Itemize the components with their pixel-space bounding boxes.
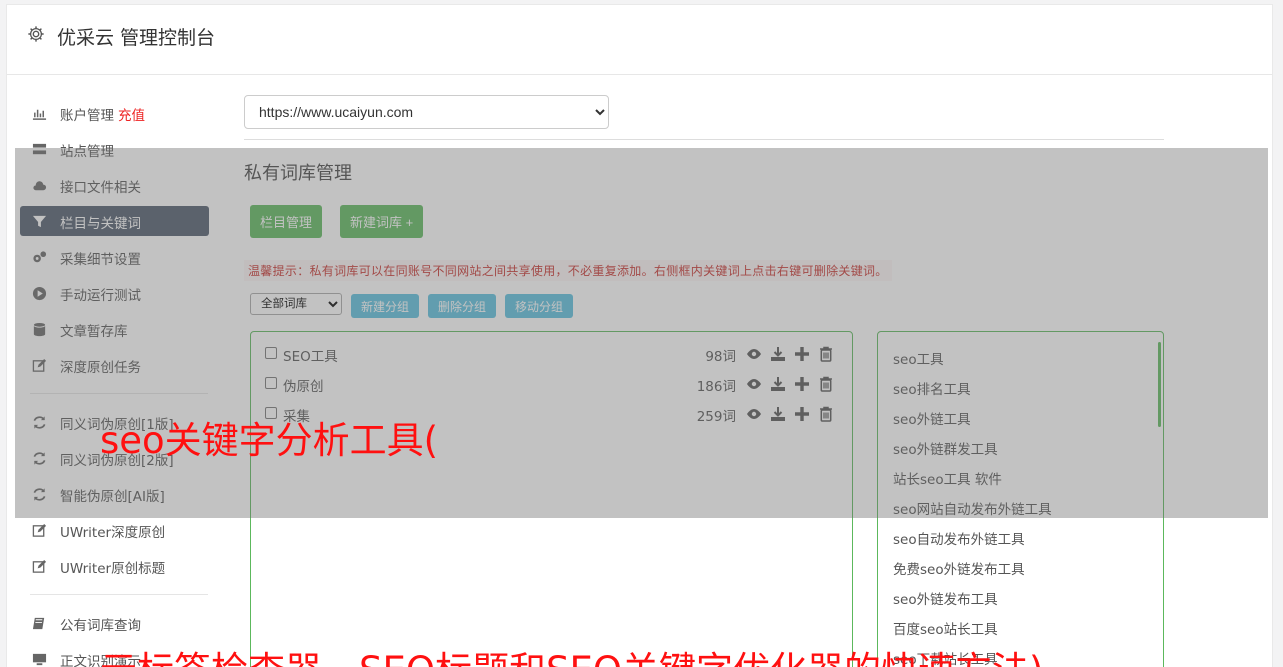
header: 优采云 管理控制台 xyxy=(7,5,1272,75)
sidebar-item-uwriter-title[interactable]: UWriter原创标题 xyxy=(20,551,209,581)
sidebar-item-public-library[interactable]: 公有词库查询 xyxy=(20,608,209,638)
sidebar-item-label: UWriter深度原创 xyxy=(60,525,166,541)
sidebar-divider xyxy=(30,594,208,595)
sidebar-item-account[interactable]: 账户管理 充值 xyxy=(20,98,209,128)
sidebar-item-uwriter-deep[interactable]: UWriter深度原创 xyxy=(20,515,209,545)
overlay-caption-top: seo关键字分析工具( xyxy=(100,419,439,462)
keyword-item[interactable]: 百度seo站长工具 xyxy=(893,618,998,638)
monitor-icon xyxy=(32,653,47,666)
overlay-caption-bottom: 元标签检查器，SEO标题和SEO关键字优化器的快速方法) xyxy=(100,640,1043,667)
keyword-item[interactable]: seo外链发布工具 xyxy=(893,588,998,608)
sidebar-item-label: UWriter原创标题 xyxy=(60,561,166,577)
keyword-item[interactable]: 免费seo外链发布工具 xyxy=(893,558,1025,578)
book-icon xyxy=(32,617,45,630)
page-title: 优采云 管理控制台 xyxy=(57,27,216,49)
divider xyxy=(244,139,1164,140)
bar-chart-icon xyxy=(32,109,47,120)
site-select[interactable]: https://www.ucaiyun.com xyxy=(244,95,609,129)
recharge-link[interactable]: 充值 xyxy=(118,108,145,124)
edit-icon xyxy=(32,559,47,573)
sidebar-item-label: 公有词库查询 xyxy=(60,618,141,634)
gear-icon xyxy=(28,26,44,42)
sidebar-item-label: 账户管理 xyxy=(60,108,114,124)
keyword-item[interactable]: seo自动发布外链工具 xyxy=(893,528,1025,548)
edit-icon xyxy=(32,523,47,537)
